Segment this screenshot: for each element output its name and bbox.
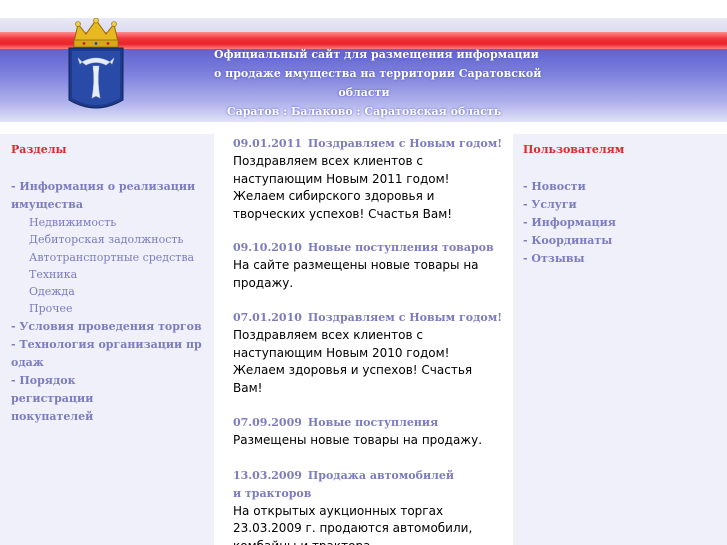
users-nav: - Новости - Услуги - Информация - Коорди… — [523, 178, 727, 268]
news-heading[interactable]: 07.01.2010 Поздравляем с Новым годом! — [233, 309, 513, 327]
news-feed: 09.01.2011 Поздравляем с Новым годом! Поз… — [214, 134, 513, 545]
header-top-band — [0, 0, 727, 18]
news-date: 07.09.2009 — [233, 416, 302, 429]
news-heading[interactable]: 09.10.2010 Новые поступления товаров — [233, 239, 513, 257]
news-heading[interactable]: 13.03.2009 Продажа автомобилей и тракторо… — [233, 467, 463, 503]
coat-of-arms-emblem — [68, 18, 124, 109]
left-sidebar: Разделы - Информация о реализации имущес… — [0, 134, 214, 545]
nav-item-receivables[interactable]: Дебиторская задолжность — [11, 231, 214, 248]
news-date: 09.01.2011 — [233, 137, 302, 150]
news-title[interactable]: Новые поступления — [308, 416, 438, 429]
news-title[interactable]: Поздравляем с Новым годом! — [308, 137, 502, 150]
news-item: 13.03.2009 Продажа автомобилей и тракторо… — [233, 450, 513, 545]
sections-title: Разделы — [11, 143, 67, 156]
nav-item-property-info[interactable]: - Информация о реализации имущества — [11, 178, 207, 214]
news-item: 09.10.2010 Новые поступления товаров На с… — [233, 223, 513, 292]
news-text: Размещены новые товары на продажу. — [233, 433, 483, 447]
nav-item-reviews[interactable]: - Отзывы — [523, 250, 727, 268]
news-text: Поздравляем всех клиентов с наступающим … — [233, 328, 473, 395]
news-text: На открытых аукционных торгах 23.03.2009… — [233, 503, 473, 545]
news-date: 13.03.2009 — [233, 468, 302, 482]
news-title[interactable]: Новые поступления товаров — [308, 241, 494, 254]
nav-item-clothing[interactable]: Одежда — [11, 283, 214, 300]
site-title: Официальный сайт для размещения информац… — [214, 45, 542, 121]
nav-item-real-estate[interactable]: Недвижимость — [11, 214, 214, 231]
news-text: На сайте размещены новые товары на прода… — [233, 258, 479, 290]
nav-item-services[interactable]: - Услуги — [523, 196, 727, 214]
right-sidebar: Пользователям - Новости - Услуги - Инфор… — [513, 134, 727, 545]
city-links[interactable]: Саратов : Балаково : Саратовская область — [214, 102, 514, 121]
nav-item-vehicles[interactable]: Автотранспортные средства — [11, 249, 214, 266]
nav-item-other[interactable]: Прочее — [11, 300, 214, 317]
news-heading[interactable]: 09.01.2011 Поздравляем с Новым годом! — [233, 135, 513, 153]
nav-item-news[interactable]: - Новости — [523, 178, 727, 196]
nav-item-information[interactable]: - Информация — [523, 214, 727, 232]
title-line-3: области — [338, 86, 390, 99]
title-line-2: о продаже имущества на территории Сарато… — [214, 67, 542, 80]
news-item: 07.09.2009 Новые поступления Размещены но… — [233, 397, 513, 450]
news-item: 09.01.2011 Поздравляем с Новым годом! Поз… — [233, 134, 513, 223]
news-text: Поздравляем всех клиентов с наступающим … — [233, 154, 453, 221]
title-line-1: Официальный сайт для размещения информац… — [214, 48, 539, 61]
crown-icon — [73, 18, 119, 48]
site-header: Официальный сайт для размещения информац… — [0, 0, 727, 122]
news-title[interactable]: Поздравляем с Новым годом! — [308, 311, 502, 324]
news-heading[interactable]: 07.09.2009 Новые поступления — [233, 414, 513, 432]
nav-item-contacts[interactable]: - Координаты — [523, 232, 727, 250]
news-item: 07.01.2010 Поздравляем с Новым годом! Поз… — [233, 292, 513, 397]
nav-item-sales-technology[interactable]: - Технология организации продаж — [11, 336, 207, 372]
nav-item-auction-terms[interactable]: - Условия проведения торгов — [11, 318, 207, 336]
sections-nav: - Информация о реализации имущества Недв… — [11, 178, 214, 426]
users-title: Пользователям — [523, 143, 625, 156]
news-date: 09.10.2010 — [233, 241, 302, 254]
nav-item-machinery[interactable]: Техника — [11, 266, 214, 283]
news-date: 07.01.2010 — [233, 311, 302, 324]
nav-item-buyer-registration[interactable]: - Порядок регистрации покупателей — [11, 372, 161, 426]
